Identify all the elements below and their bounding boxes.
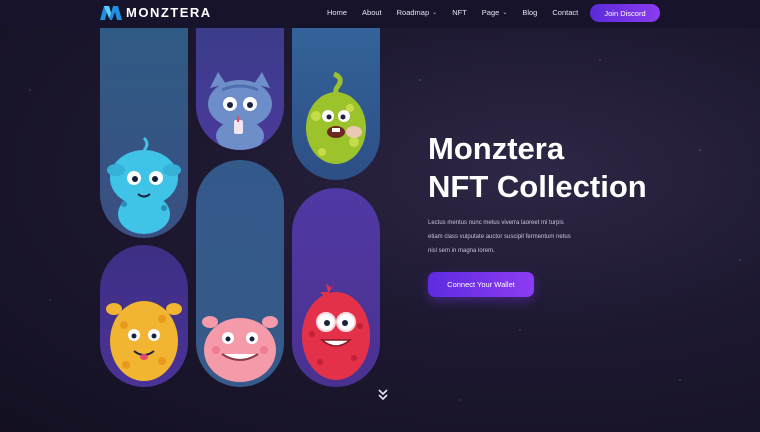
brand-name: MONZTERA bbox=[126, 5, 212, 20]
nav-item-nft[interactable]: NFT bbox=[452, 8, 467, 17]
cyan-monster-image bbox=[107, 136, 181, 234]
monster-card-pink bbox=[196, 160, 284, 387]
nav-item-contact[interactable]: Contact bbox=[552, 8, 578, 17]
site-header: MONZTERA Home About Roadmap ⌄ NFT Page ⌄ B… bbox=[0, 0, 760, 28]
brand-logo[interactable]: MONZTERA bbox=[100, 5, 212, 20]
main-nav: Home About Roadmap ⌄ NFT Page ⌄ Blog Conta… bbox=[327, 8, 578, 17]
hero-description-line: nisl sem in magna lorem. bbox=[428, 248, 495, 254]
chevron-down-icon: ⌄ bbox=[502, 10, 508, 16]
connect-wallet-button[interactable]: Connect Your Wallet bbox=[428, 272, 534, 297]
join-discord-button[interactable]: Join Discord bbox=[590, 4, 660, 22]
m-logo-icon bbox=[100, 5, 122, 20]
nav-item-roadmap[interactable]: Roadmap ⌄ bbox=[397, 8, 438, 17]
orange-monster-image bbox=[106, 301, 182, 381]
monster-card-cyan bbox=[100, 28, 188, 238]
double-chevron-down-icon[interactable] bbox=[377, 388, 389, 402]
pink-monster-image bbox=[202, 316, 278, 382]
nav-item-page[interactable]: Page ⌄ bbox=[482, 8, 508, 17]
nav-label: Blog bbox=[522, 8, 538, 17]
green-monster-image bbox=[306, 72, 366, 164]
nav-label: Page bbox=[481, 8, 500, 17]
hero-title-line-2: NFT Collection bbox=[428, 169, 647, 204]
nav-item-about[interactable]: About bbox=[362, 8, 382, 17]
monster-card-red bbox=[292, 188, 380, 387]
nav-label: Roadmap bbox=[396, 8, 430, 17]
nav-item-home[interactable]: Home bbox=[327, 8, 347, 17]
hero-description-line: Lectus mentus nunc metus viverra laoreet… bbox=[428, 220, 564, 226]
hero-description: Lectus mentus nunc metus viverra laoreet… bbox=[428, 216, 628, 258]
red-monster-image bbox=[302, 280, 370, 380]
nav-label: NFT bbox=[452, 8, 467, 17]
chevron-down-icon: ⌄ bbox=[432, 10, 438, 16]
nav-item-blog[interactable]: Blog bbox=[522, 8, 537, 17]
hero-title: Monztera NFT Collection bbox=[428, 130, 728, 206]
monster-card-green bbox=[292, 28, 380, 180]
hero-title-line-1: Monztera bbox=[428, 131, 565, 166]
nav-label: About bbox=[362, 8, 382, 17]
blue-cat-monster-image bbox=[208, 72, 272, 150]
monster-card-blue-cat bbox=[196, 28, 284, 150]
hero-description-line: etiam class vulputate auctor suscipit fe… bbox=[428, 234, 571, 240]
nav-label: Home bbox=[327, 8, 348, 17]
monster-card-orange bbox=[100, 245, 188, 387]
nav-label: Contact bbox=[552, 8, 579, 17]
